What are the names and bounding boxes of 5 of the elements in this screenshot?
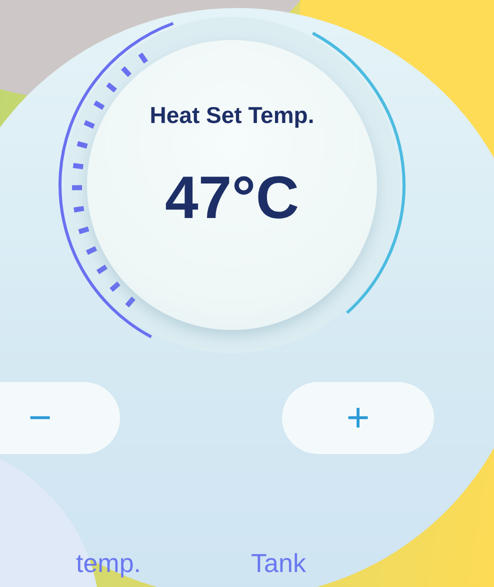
temperature-value: 47°C	[164, 163, 300, 232]
minus-button[interactable]: −	[0, 382, 120, 454]
dial-title: Heat Set Temp.	[150, 102, 314, 129]
tab-label[interactable]: Tank	[251, 548, 306, 578]
plus-button[interactable]: +	[282, 382, 434, 454]
